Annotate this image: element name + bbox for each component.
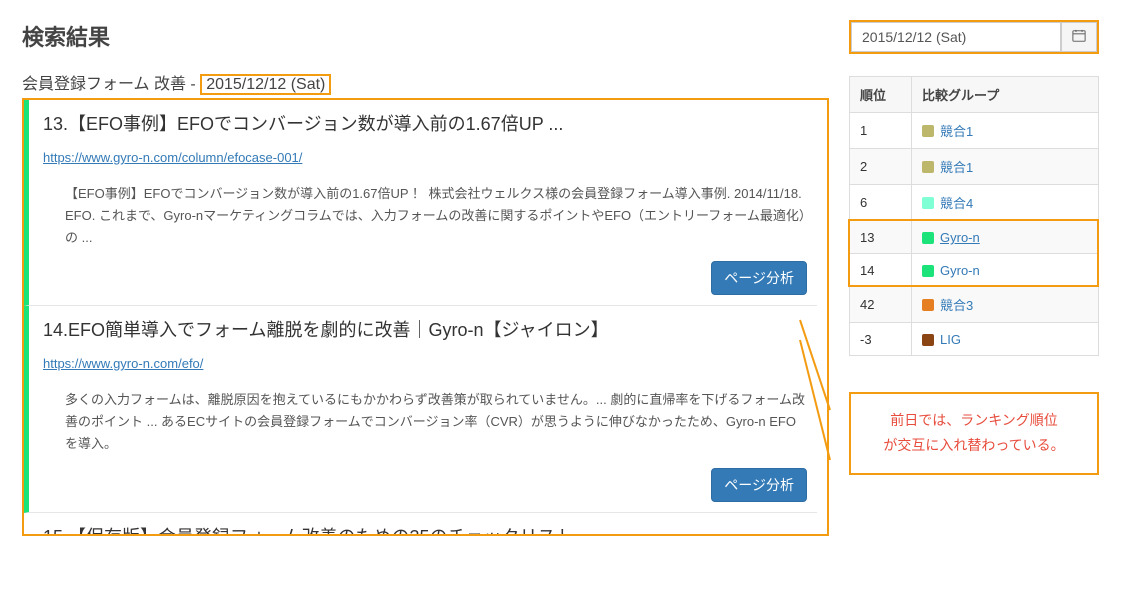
rank-cell-group: 競合1: [912, 149, 1099, 185]
note-line-2: が交互に入れ替わっている。: [861, 433, 1087, 458]
rank-cell-group: LIG: [912, 323, 1099, 356]
result-item: 14.EFO簡単導入でフォーム離脱を劇的に改善｜Gyro-n【ジャイロン】 htt…: [24, 306, 817, 512]
query-line: 会員登録フォーム 改善 - 2015/12/12 (Sat): [22, 70, 829, 94]
note-line-1: 前日では、ランキング順位: [861, 408, 1087, 433]
result-snippet: 多くの入力フォームは、離脱原因を抱えているにもかかわらず改善策が取られていません…: [43, 389, 807, 455]
rank-cell-group: Gyro-n: [912, 221, 1099, 254]
result-item: 13.【EFO事例】EFOでコンバージョン数が導入前の1.67倍UP ... ht…: [24, 100, 817, 306]
result-title: 14.EFO簡単導入でフォーム離脱を劇的に改善｜Gyro-n【ジャイロン】: [43, 316, 807, 342]
group-swatch: [922, 232, 934, 244]
group-swatch: [922, 299, 934, 311]
query-date-sep: -: [186, 76, 200, 93]
rank-row: 13 Gyro-n: [850, 221, 1099, 254]
group-link[interactable]: Gyro-n: [940, 230, 980, 245]
date-input[interactable]: [851, 22, 1061, 52]
group-link[interactable]: 競合1: [940, 124, 973, 139]
rank-cell-rank: 14: [850, 254, 912, 287]
group-link[interactable]: 競合3: [940, 298, 973, 313]
group-link[interactable]: 競合1: [940, 160, 973, 175]
result-title: 15.【保存版】会員登録フォーム改善のための35のチェックリスト: [43, 523, 807, 534]
rank-cell-rank: 2: [850, 149, 912, 185]
rank-cell-rank: 6: [850, 185, 912, 221]
calendar-icon: [1072, 29, 1086, 46]
rank-cell-group: 競合4: [912, 185, 1099, 221]
page-title: 検索結果: [22, 20, 829, 52]
group-swatch: [922, 197, 934, 209]
query-text: 会員登録フォーム 改善: [22, 76, 186, 93]
rank-cell-rank: 1: [850, 113, 912, 149]
rank-cell-group: 競合3: [912, 287, 1099, 323]
date-picker: [849, 20, 1099, 54]
rank-row: 14 Gyro-n: [850, 254, 1099, 287]
rank-row: -3 LIG: [850, 323, 1099, 356]
rank-table: 順位 比較グループ 1 競合1 2 競合1 6 競合4 13 Gyro-n 14 Gyro-n 42…: [849, 76, 1099, 356]
annotation-note: 前日では、ランキング順位 が交互に入れ替わっている。: [849, 392, 1099, 474]
group-swatch: [922, 334, 934, 346]
result-snippet: 【EFO事例】EFOでコンバージョン数が導入前の1.67倍UP ！ 株式会社ウェ…: [43, 183, 807, 249]
page-analyze-button[interactable]: ページ分析: [711, 261, 807, 295]
rank-cell-rank: 13: [850, 221, 912, 254]
rank-row: 42 競合3: [850, 287, 1099, 323]
rank-cell-rank: -3: [850, 323, 912, 356]
group-swatch: [922, 125, 934, 137]
rank-row: 1 競合1: [850, 113, 1099, 149]
page-analyze-button[interactable]: ページ分析: [711, 468, 807, 502]
result-title: 13.【EFO事例】EFOでコンバージョン数が導入前の1.67倍UP ...: [43, 110, 807, 136]
result-url[interactable]: https://www.gyro-n.com/column/efocase-00…: [43, 150, 807, 165]
group-link[interactable]: LIG: [940, 332, 961, 347]
rank-row: 2 競合1: [850, 149, 1099, 185]
result-url[interactable]: https://www.gyro-n.com/efo/: [43, 356, 807, 371]
rank-cell-rank: 42: [850, 287, 912, 323]
query-date: 2015/12/12 (Sat): [200, 74, 331, 95]
calendar-button[interactable]: [1061, 22, 1097, 52]
rank-header-group: 比較グループ: [912, 77, 1099, 113]
rank-cell-group: 競合1: [912, 113, 1099, 149]
results-scroll[interactable]: 13.【EFO事例】EFOでコンバージョン数が導入前の1.67倍UP ... ht…: [24, 100, 827, 534]
group-link[interactable]: Gyro-n: [940, 263, 980, 278]
rank-header-rank: 順位: [850, 77, 912, 113]
group-swatch: [922, 161, 934, 173]
result-item: 15.【保存版】会員登録フォーム改善のための35のチェックリスト: [24, 513, 817, 534]
group-swatch: [922, 265, 934, 277]
rank-table-wrap: 順位 比較グループ 1 競合1 2 競合1 6 競合4 13 Gyro-n 14 Gyro-n 42…: [849, 76, 1099, 356]
rank-row: 6 競合4: [850, 185, 1099, 221]
rank-cell-group: Gyro-n: [912, 254, 1099, 287]
results-panel: 13.【EFO事例】EFOでコンバージョン数が導入前の1.67倍UP ... ht…: [22, 98, 829, 536]
group-link[interactable]: 競合4: [940, 196, 973, 211]
